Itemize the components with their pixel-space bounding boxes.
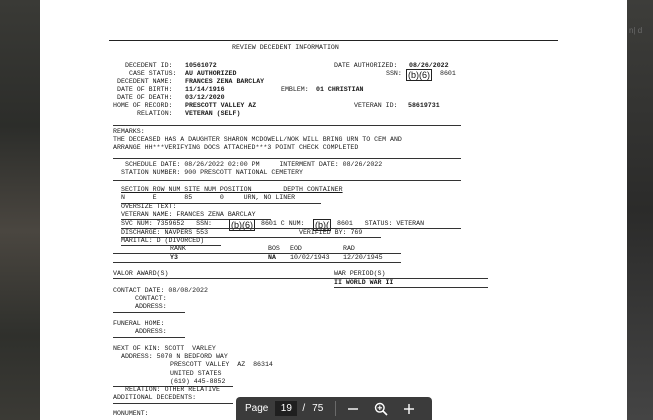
right-backdrop: n| d [627,0,653,420]
pdf-toolbar: Page / 75 [236,397,432,420]
top-rule [109,40,558,41]
rad-value: 12/20/1945 [343,254,383,261]
rad-header: RAD [343,245,355,252]
verified-line: VERIFIED BY: 769 [299,229,363,236]
plus-icon [404,403,415,414]
document-page: REVIEW DECEDENT INFORMATION DECEDENT ID:… [40,0,627,420]
marital-line: MARITAL: D (DIVORCED) [121,237,205,244]
discharge-line: DISCHARGE: NAVPERS 553 [121,229,209,236]
dob-label: DATE OF BIRTH: [117,86,173,93]
relation-label: RELATION: [137,110,173,117]
schedule-line: SCHEDULE DATE: 08/26/2022 02:00 PM INTER… [125,161,383,168]
zoom-out-button[interactable] [342,399,364,419]
decedent-id-label: DECEDENT ID: [125,62,173,69]
oversize-text: OVERSIZE TEXT: [121,203,177,210]
nok-address-line-1: ADDRESS: 5070 N BEDFORD WAY [121,353,228,360]
rule [113,337,185,338]
case-status-value: AU AUTHORIZED [185,70,237,77]
additional-decedents: ADDITIONAL DECEDENTS: [113,394,197,401]
nok-relation: RELATION: OTHER RELATIVE [125,386,220,393]
contact-date-line: CONTACT DATE: 08/08/2022 [113,287,208,294]
rule [113,125,461,126]
dod-label: DATE OF DEATH: [117,94,173,101]
rule [113,180,461,181]
veteran-id-value: 58619731 [408,102,440,109]
war-period-label: WAR PERIOD(S) [334,270,386,277]
grid-values: N E 85 0 URN, NO LINER [121,194,296,201]
rule [113,312,185,313]
next-of-kin-line: NEXT OF KIN: SCOTT VARLEY [113,345,216,352]
relation-value: VETERAN (SELF) [185,110,241,117]
page-separator: / [302,403,306,414]
home-of-record-label: HOME OF RECORD: [113,102,173,109]
nok-address-line-2: PRESCOTT VALLEY AZ 86314 [170,361,273,368]
rule [334,287,488,288]
magnifier-plus-icon [375,402,388,416]
bos-header: BOS [268,245,280,252]
bos-value: NA [268,254,276,261]
page-number-input[interactable] [275,401,298,416]
rule [113,158,461,159]
left-backdrop [0,0,40,420]
form-header: REVIEW DECEDENT INFORMATION [232,44,339,51]
rank-value: Y3 [170,254,178,261]
date-authorized-label: DATE AUTHORIZED: [334,62,398,69]
decedent-id-value: 10561072 [185,62,217,69]
toolbar-divider [335,401,337,416]
ssn-redaction: (b)(6) [406,69,432,81]
valor-label: VALOR AWARD(S) [113,270,169,277]
case-status-label: CASE STATUS: [129,70,177,77]
funeral-home-label: FUNERAL HOME: [113,320,165,327]
rule [113,262,401,263]
nok-phone: (619) 445-8852 [170,378,226,385]
minus-icon [348,407,359,410]
fit-zoom-button[interactable] [370,399,392,419]
remarks-line-1: THE DECEASED HAS A DAUGHTER SHARON MCDOW… [113,136,402,143]
remarks-line-2: ARRANGE HH***VERIFYING DOCS ATTACHED***3… [113,144,359,151]
page-label: Page [245,403,269,414]
ssn-label: SSN: [386,70,402,77]
war-period-value: II WORLD WAR II [334,279,394,286]
funeral-address-label: ADDRESS: [135,328,167,335]
rank-header: RANK [170,245,186,252]
veteran-name-line: VETERAN NAME: FRANCES ZENA BARCLAY [121,211,256,218]
contact-label: CONTACT: [135,295,167,302]
monument-line: MONUMENT: [113,410,149,417]
rule [113,278,488,279]
ghost-text: n| d [629,26,643,35]
grid-header: SECTION ROW NUM SITE NUM POSITION DEPTH … [121,186,343,193]
contact-address-label: ADDRESS: [135,303,167,310]
station-line: STATION NUMBER: 900 PRESCOTT NATIONAL CE… [121,169,304,176]
decedent-name-label: DECEDENT NAME: [117,78,173,85]
rule [113,403,233,404]
svc-ssn-redaction: (b)(6) [229,219,255,231]
ssn-suffix: 8601 [440,70,456,77]
dod-value: 03/12/2020 [185,94,225,101]
remarks-label: REMARKS: [113,128,145,135]
emblem-value: 01 CHRISTIAN [316,86,364,93]
emblem-label: EMBLEM: [281,86,309,93]
eod-value: 10/02/1943 [290,254,330,261]
svc-num-line: SVC NUM: 7359652 SSN: [121,220,213,227]
total-pages: 75 [312,403,324,414]
c-num-line: 8601 C NUM: [261,220,305,227]
decedent-form: REVIEW DECEDENT INFORMATION DECEDENT ID:… [40,0,627,420]
decedent-name-value: FRANCES ZENA BARCLAY [185,78,265,85]
dob-value: 11/14/1916 [185,86,225,93]
home-of-record-value: PRESCOTT VALLEY AZ [185,102,257,109]
veteran-id-label: VETERAN ID: [354,102,398,109]
eod-header: EOD [290,245,302,252]
zoom-in-button[interactable] [398,399,420,419]
status-line: 8601 STATUS: VETERAN [337,220,425,227]
nok-address-line-3: UNITED STATES [170,370,222,377]
